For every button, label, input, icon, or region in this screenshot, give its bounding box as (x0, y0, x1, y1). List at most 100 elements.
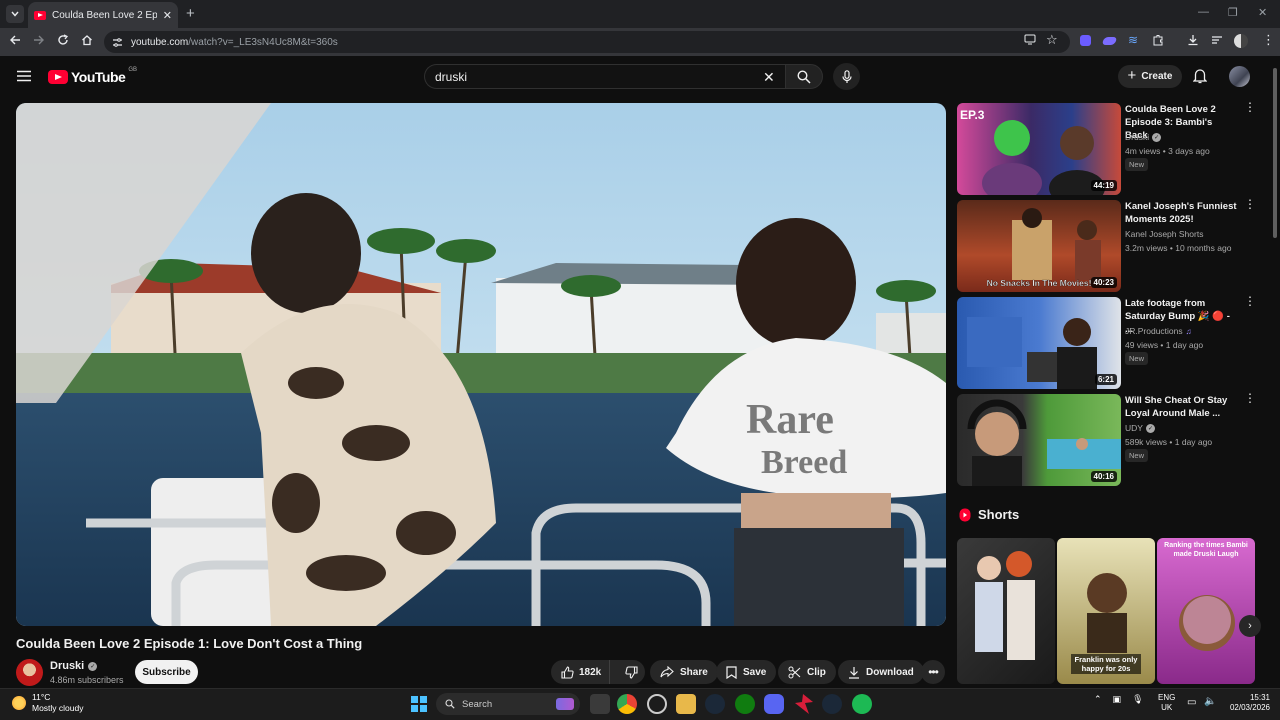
dislike-button[interactable] (616, 665, 647, 679)
voice-search-button[interactable] (833, 63, 860, 90)
site-info-icon[interactable] (112, 37, 123, 48)
network-icon[interactable]: ▭ (1187, 697, 1196, 708)
video-thumbnail[interactable]: EP.3 44:19 (957, 103, 1121, 195)
home-button[interactable] (81, 34, 93, 46)
recommendation-item[interactable]: No Snacks In The Movies! 40:23 Kanel Jos… (957, 198, 1257, 292)
download-button[interactable]: Download (838, 660, 924, 684)
save-button[interactable]: Save (716, 660, 777, 684)
guide-menu-button[interactable] (17, 70, 31, 82)
channel-avatar[interactable] (16, 659, 43, 686)
new-tab-button[interactable]: + (186, 5, 195, 22)
more-actions-button[interactable]: ••• (921, 660, 945, 684)
minimize-button[interactable]: — (1198, 6, 1209, 18)
address-bar[interactable]: youtube.com/watch?v=_LE3sN4Uc8M&t=360s (104, 31, 1070, 53)
notifications-button[interactable] (1193, 68, 1207, 84)
share-button[interactable]: Share (650, 660, 718, 684)
recommendation-meta: 49 views • 1 day ago (1125, 340, 1204, 350)
recommendation-title[interactable]: Will She Cheat Or Stay Loyal Around Male… (1125, 394, 1237, 420)
search-box[interactable] (424, 64, 785, 89)
task-view-icon[interactable] (590, 694, 610, 714)
maximize-button[interactable]: ❐ (1228, 6, 1238, 19)
recommendation-channel[interactable]: JR.Productions ♫ (1125, 326, 1192, 336)
github-icon[interactable] (647, 694, 667, 714)
reading-list-icon[interactable] (1211, 34, 1223, 46)
arrow-right-icon (34, 35, 44, 45)
install-app-icon[interactable] (1024, 34, 1036, 45)
like-button[interactable]: 182k (551, 660, 611, 684)
back-button[interactable] (9, 34, 21, 46)
tab-close-icon[interactable]: ✕ (163, 9, 172, 22)
video-thumbnail[interactable]: No Snacks In The Movies! 40:23 (957, 200, 1121, 292)
steam-icon[interactable] (705, 694, 725, 714)
shorts-next-button[interactable]: › (1239, 615, 1261, 637)
extension-twitch-icon[interactable] (1080, 35, 1091, 46)
search-clear-icon[interactable]: ✕ (763, 69, 775, 86)
short-item[interactable]: Ranking the times Bambi made Druski Laug… (1157, 538, 1255, 684)
windows-start-icon[interactable] (411, 696, 427, 712)
music-note-icon: ♫ (1185, 326, 1192, 336)
short-item[interactable] (957, 538, 1055, 684)
discord-icon[interactable] (764, 694, 784, 714)
tab-search-button[interactable] (6, 5, 24, 23)
input-language[interactable]: ENG UK (1158, 693, 1175, 713)
video-player[interactable]: Rare Breed (16, 103, 946, 626)
steam-alt-icon[interactable] (822, 694, 842, 714)
thumb-text: No Snacks In The Movies! (987, 278, 1092, 288)
xbox-icon[interactable] (735, 694, 755, 714)
file-explorer-icon[interactable] (676, 694, 696, 714)
more-options-icon[interactable]: ⋮ (1244, 392, 1256, 404)
channel-name[interactable]: Druski ✓ (50, 660, 98, 672)
channel-text: UDY (1125, 423, 1143, 433)
browser-menu-icon[interactable]: ⋮ (1262, 32, 1275, 48)
recommendation-item[interactable]: 40:16 Will She Cheat Or Stay Loyal Aroun… (957, 392, 1257, 486)
video-thumbnail[interactable]: 6:21 (957, 297, 1121, 389)
recommendation-channel[interactable]: Kanel Joseph Shorts (1125, 229, 1203, 239)
more-options-icon[interactable]: ⋮ (1244, 198, 1256, 210)
tray-mic-icon[interactable]: 🎙 (1132, 694, 1143, 705)
downloads-icon[interactable] (1187, 34, 1199, 46)
recommendation-channel[interactable]: Druski ✓ (1125, 132, 1162, 142)
bookmark-star-icon[interactable]: ☆ (1046, 32, 1058, 48)
clip-button[interactable]: Clip (778, 660, 836, 684)
scrollbar-thumb[interactable] (1273, 68, 1277, 238)
create-button[interactable]: + Create (1118, 65, 1182, 88)
video-thumbnail[interactable]: 40:16 (957, 394, 1121, 486)
recommendation-channel[interactable]: UDY ✓ (1125, 423, 1155, 433)
channel-text: Kanel Joseph Shorts (1125, 229, 1204, 239)
short-item[interactable]: Franklin was only happy for 20s (1057, 538, 1155, 684)
search-input[interactable] (435, 69, 755, 84)
extensions-puzzle-icon[interactable] (1152, 34, 1164, 46)
more-options-icon[interactable]: ⋮ (1244, 101, 1256, 113)
close-window-button[interactable]: ✕ (1258, 6, 1267, 19)
page-scrollbar[interactable] (1271, 60, 1278, 240)
forward-button[interactable] (33, 34, 45, 46)
browser-tab-active[interactable]: Coulda Been Love 2 Episode 1: ✕ (28, 2, 178, 28)
time: 15:31 (1249, 693, 1270, 702)
svg-text:Rare: Rare (746, 397, 834, 443)
youtube-logo[interactable]: YouTube GB (48, 67, 137, 85)
volume-icon[interactable]: 🔈 (1204, 696, 1216, 707)
recommendation-item[interactable]: 6:21 Late footage from Saturday Bump 🎉 🔴… (957, 295, 1257, 389)
save-label: Save (743, 666, 767, 678)
more-options-icon[interactable]: ⋮ (1244, 295, 1256, 307)
scissors-icon (788, 666, 801, 678)
tray-overflow-icon[interactable]: ⌃ (1094, 694, 1102, 705)
recommendation-title[interactable]: Kanel Joseph's Funniest Moments 2025! (1125, 200, 1237, 226)
taskbar-search-label: Search (462, 698, 493, 710)
tray-app-icon[interactable]: ▣ (1113, 694, 1122, 705)
extension-audio-icon[interactable]: ≋ (1128, 33, 1138, 47)
weather-sun-icon (12, 696, 26, 710)
subscribe-button[interactable]: Subscribe (135, 660, 198, 684)
profile-avatar-icon[interactable] (1234, 34, 1248, 48)
spotify-icon[interactable] (852, 694, 872, 714)
clock[interactable]: 15:31 02/03/2026 (1222, 693, 1270, 713)
taskbar-search[interactable]: Search (436, 693, 580, 715)
account-avatar[interactable] (1229, 66, 1250, 87)
arrow-left-icon (10, 35, 20, 45)
reload-button[interactable] (57, 34, 69, 46)
bell-icon (1193, 69, 1207, 84)
chrome-icon[interactable] (617, 694, 637, 714)
search-button[interactable] (785, 64, 823, 89)
recommendation-item[interactable]: EP.3 44:19 Coulda Been Love 2 Episode 3:… (957, 101, 1257, 195)
weather-widget[interactable]: 11°C Mostly cloudy (12, 692, 84, 714)
